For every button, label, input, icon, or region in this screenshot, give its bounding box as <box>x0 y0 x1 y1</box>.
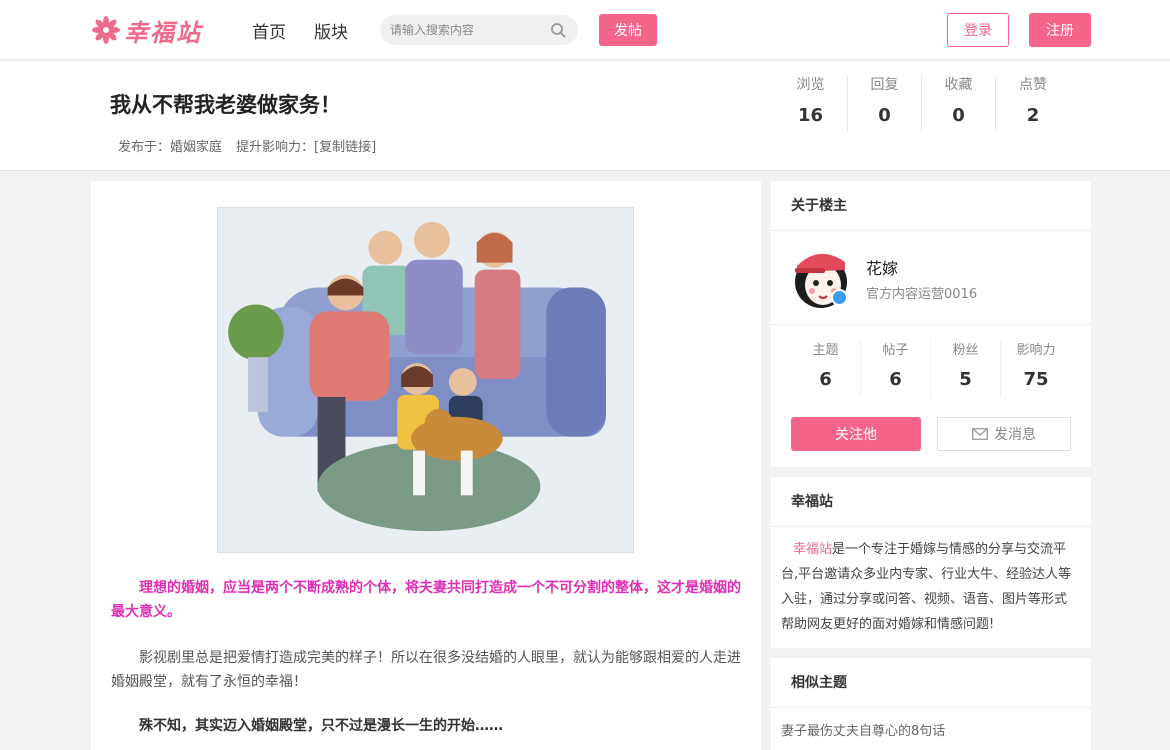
similar-topics-card: 相似主题 妻子最伤丈夫自尊心的8句话 <box>771 658 1091 750</box>
author-stat-fans: 粉丝 5 <box>931 341 1001 397</box>
author-stat-posts: 帖子 6 <box>861 341 931 397</box>
bold-paragraph: 殊不知，其实迈入婚姻殿堂，只不过是漫长一生的开始…… <box>139 718 503 734</box>
family-illustration <box>217 207 634 553</box>
send-message-button[interactable]: 发消息 <box>937 417 1071 451</box>
category-link[interactable]: 婚姻家庭 <box>170 140 222 155</box>
stat-value: 2 <box>1026 105 1040 126</box>
author-name[interactable]: 花嫁 <box>866 255 898 279</box>
nav-link-home[interactable]: 首页 <box>252 18 286 43</box>
post-meta: 发布于：婚姻家庭 提升影响力：[复制链接] <box>118 136 376 155</box>
stat-views: 浏览 16 <box>774 75 848 131</box>
about-site-card: 幸福站 幸福站是一个专注于婚嫁与情感的分享与交流平台,平台邀请众多业内专家、行业… <box>771 477 1091 648</box>
about-brand-link[interactable]: 幸福站 <box>793 542 832 557</box>
stat-value: 0 <box>878 105 891 126</box>
author-stats: 主题 6 帖子 6 粉丝 5 影响力 75 <box>791 341 1071 397</box>
body-paragraph: 影视剧里总是把爱情打造成完美的样子！所以在很多没结婚的人眼里，就认为能够跟相爱的… <box>111 650 741 690</box>
author-role: 官方内容运营0016 <box>866 287 978 302</box>
author-stat-value: 5 <box>959 369 972 390</box>
author-stat-value: 6 <box>889 369 902 390</box>
top-navigation: 幸福站 首页 版块 发帖 登录 注册 <box>0 0 1170 60</box>
author-stat-value: 75 <box>1023 369 1049 390</box>
meta-prefix: 发布于： <box>118 140 171 155</box>
mail-icon <box>972 428 988 440</box>
send-message-label: 发消息 <box>994 426 1036 442</box>
new-post-button[interactable]: 发帖 <box>599 14 657 46</box>
search-icon[interactable] <box>550 22 566 38</box>
stat-value: 16 <box>797 105 824 126</box>
author-stat-label: 主题 <box>812 343 839 358</box>
follow-button[interactable]: 关注他 <box>791 417 921 451</box>
highlight-paragraph: 理想的婚姻，应当是两个不断成熟的个体，将夫妻共同打造成一个不可分割的整体，这才是… <box>111 580 741 620</box>
about-heading: 幸福站 <box>771 477 1091 527</box>
login-button[interactable]: 登录 <box>947 13 1009 47</box>
copy-link[interactable]: [复制链接] <box>314 140 376 155</box>
site-logo[interactable]: 幸福站 <box>92 14 202 47</box>
search-input[interactable] <box>390 15 540 45</box>
similar-topic-link[interactable]: 妻子最伤丈夫自尊心的8句话 <box>771 708 1091 750</box>
author-profile[interactable]: 花嫁 官方内容运营0016 <box>771 232 1091 325</box>
stat-label: 收藏 <box>944 77 973 93</box>
stat-value: 0 <box>952 105 965 126</box>
logo-text: 幸福站 <box>124 17 202 47</box>
stat-favorites: 收藏 0 <box>922 75 996 131</box>
author-card-heading: 关于楼主 <box>771 181 1091 231</box>
verified-badge-icon <box>831 289 848 306</box>
stat-replies: 回复 0 <box>848 75 922 131</box>
author-stat-label: 粉丝 <box>952 343 979 358</box>
post-stats: 浏览 16 回复 0 收藏 0 点赞 2 <box>774 75 1070 131</box>
stat-label: 回复 <box>870 77 899 93</box>
author-stat-value: 6 <box>819 369 832 390</box>
stat-label: 点赞 <box>1019 77 1047 93</box>
nav-link-boards[interactable]: 版块 <box>314 18 348 43</box>
influence-label: 提升影响力： <box>236 140 315 155</box>
post-title: 我从不帮我老婆做家务！ <box>110 93 341 117</box>
similar-heading: 相似主题 <box>771 658 1091 708</box>
flower-logo-icon <box>92 16 120 44</box>
author-stat-label: 帖子 <box>882 343 909 358</box>
register-button[interactable]: 注册 <box>1029 13 1091 47</box>
search-box <box>380 15 578 45</box>
author-stat-topics: 主题 6 <box>791 341 861 397</box>
stat-label: 浏览 <box>796 77 825 93</box>
post-header: 我从不帮我老婆做家务！ 发布于：婚姻家庭 提升影响力：[复制链接] 浏览 16 回… <box>0 61 1170 171</box>
author-card: 关于楼主 花嫁 官方内容运营0016 主题 6 帖子 6 粉丝 5 影响力 75… <box>771 181 1091 467</box>
author-stat-influence: 影响力 75 <box>1001 341 1071 397</box>
author-stat-label: 影响力 <box>1016 343 1056 358</box>
about-description: 幸福站是一个专注于婚嫁与情感的分享与交流平台,平台邀请众多业内专家、行业大牛、经… <box>771 527 1091 637</box>
stat-likes: 点赞 2 <box>996 75 1070 131</box>
post-content: 理想的婚姻，应当是两个不断成熟的个体，将夫妻共同打造成一个不可分割的整体，这才是… <box>91 181 761 750</box>
